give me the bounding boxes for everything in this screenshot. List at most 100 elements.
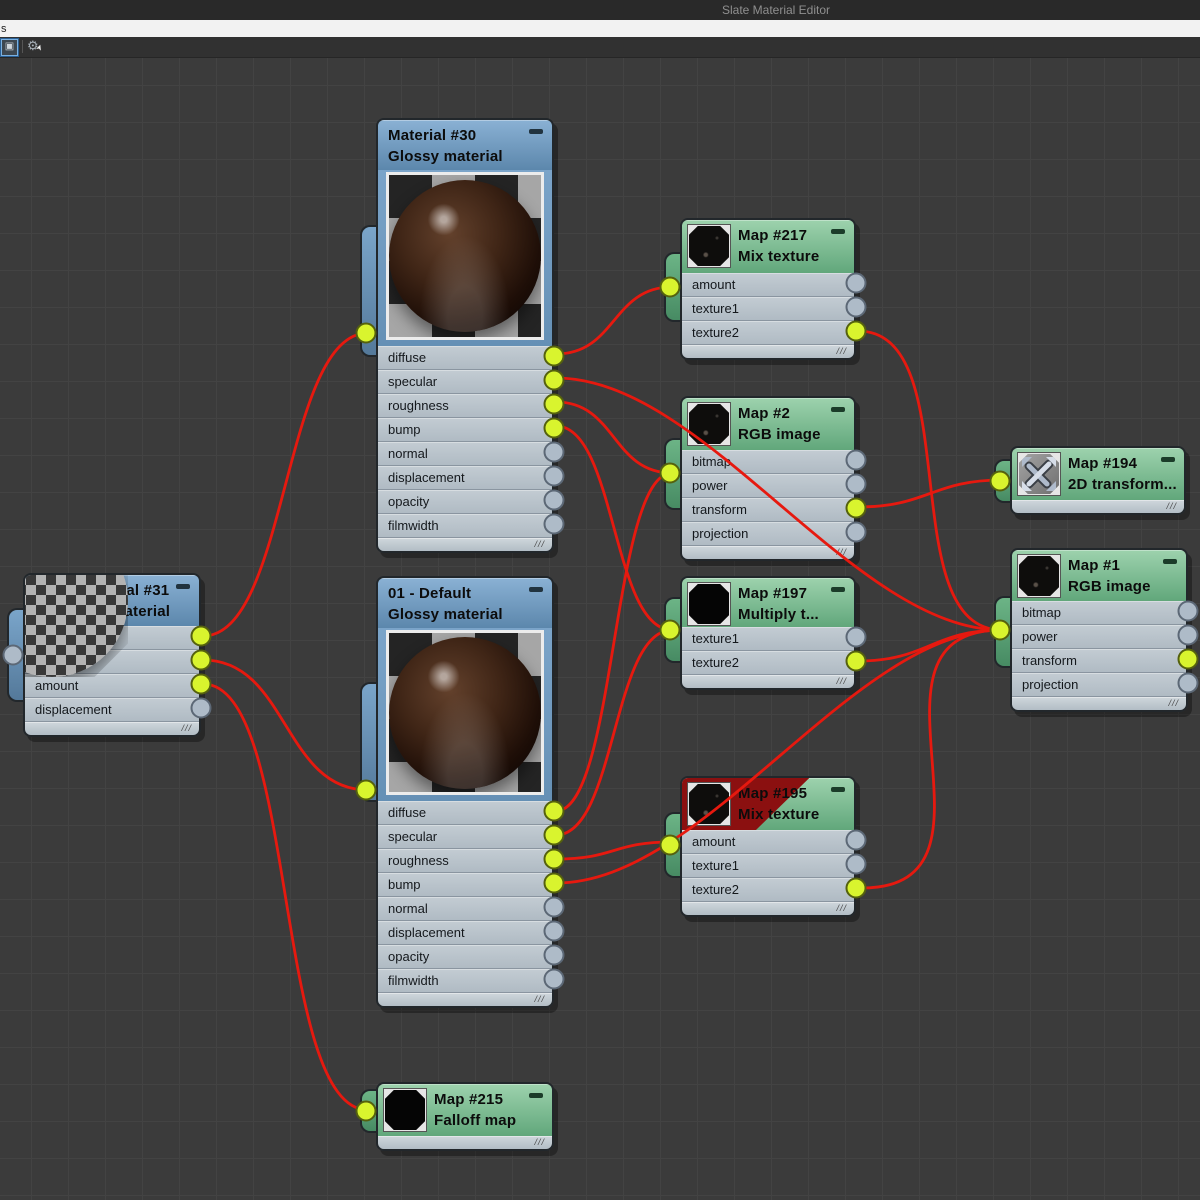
output-socket-material-31[interactable] [2, 644, 24, 666]
output-socket-material-01-default[interactable] [355, 779, 377, 801]
output-socket-map-195[interactable] [659, 834, 681, 856]
node-material-30[interactable]: Material #30 Glossy material diffuse specul… [360, 118, 554, 553]
node-body: Map #195 Mix texture amount texture1 texture… [680, 776, 856, 917]
input-socket-material-01-default-roughness[interactable] [543, 848, 565, 870]
node-header[interactable]: Material #30 Glossy material [378, 120, 552, 170]
resize-grip[interactable]: /// [682, 675, 854, 688]
node-map-215[interactable]: Map #215 Falloff map/// [360, 1082, 554, 1151]
resize-grip[interactable]: /// [1012, 697, 1186, 710]
node-material-01-default[interactable]: 01 - Default Glossy material diffuse specul… [360, 576, 554, 1008]
select-tool-button[interactable]: ▣ [0, 38, 19, 57]
input-socket-material-30-displacement[interactable] [543, 465, 565, 487]
input-socket-map-2-transform[interactable] [845, 497, 867, 519]
output-socket-map-1[interactable] [989, 619, 1011, 641]
output-socket-material-30[interactable] [355, 322, 377, 344]
resize-grip[interactable]: /// [682, 546, 854, 559]
input-socket-material-01-default-filmwidth[interactable] [543, 968, 565, 990]
input-socket-material-31-displacement[interactable] [190, 697, 212, 719]
node-header[interactable]: 01 - Default Glossy material [378, 578, 552, 628]
output-socket-map-194[interactable] [989, 470, 1011, 492]
resize-grip[interactable]: /// [378, 1136, 552, 1149]
input-socket-material-01-default-opacity[interactable] [543, 944, 565, 966]
input-socket-map-1-power[interactable] [1177, 624, 1199, 646]
input-socket-map-217-texture2[interactable] [845, 320, 867, 342]
node-header[interactable]: Map #194 2D transform... [1012, 448, 1184, 500]
node-map-1[interactable]: Map #1 RGB image bitmap power transform proje… [994, 548, 1188, 712]
input-socket-map-195-texture2[interactable] [845, 877, 867, 899]
slot-label: opacity [388, 949, 430, 964]
input-socket-material-30-normal[interactable] [543, 441, 565, 463]
node-map-197[interactable]: Map #197 Multiply t... texture1 texture2 /// [664, 576, 856, 690]
node-map-217[interactable]: Map #217 Mix texture amount texture1 texture… [664, 218, 856, 360]
menu-bar[interactable]: s [0, 20, 1200, 38]
material-preview [378, 170, 552, 346]
slot-row-bump: bump [378, 418, 552, 442]
minimize-icon[interactable] [1163, 559, 1177, 564]
input-socket-map-1-projection[interactable] [1177, 672, 1199, 694]
node-header[interactable]: Map #197 Multiply t... [682, 578, 854, 627]
input-socket-material-31-material1[interactable] [190, 625, 212, 647]
slot-row-displacement: displacement [378, 921, 552, 945]
input-socket-material-01-default-displacement[interactable] [543, 920, 565, 942]
input-socket-material-01-default-bump[interactable] [543, 872, 565, 894]
input-socket-material-30-bump[interactable] [543, 417, 565, 439]
input-socket-material-30-specular[interactable] [543, 369, 565, 391]
input-socket-material-30-opacity[interactable] [543, 489, 565, 511]
node-header[interactable]: Map #215 Falloff map [378, 1084, 552, 1136]
input-socket-map-2-power[interactable] [845, 473, 867, 495]
output-socket-map-217[interactable] [659, 276, 681, 298]
resize-grip[interactable]: /// [378, 538, 552, 551]
input-socket-map-197-texture2[interactable] [845, 650, 867, 672]
output-socket-map-197[interactable] [659, 619, 681, 641]
input-socket-material-01-default-diffuse[interactable] [543, 800, 565, 822]
input-socket-material-30-filmwidth[interactable] [543, 513, 565, 535]
resize-grip[interactable]: /// [682, 345, 854, 358]
input-socket-map-1-bitmap[interactable] [1177, 600, 1199, 622]
minimize-icon[interactable] [831, 229, 845, 234]
minimize-icon[interactable] [529, 587, 543, 592]
node-header[interactable]: Map #195 Mix texture [682, 778, 854, 830]
input-socket-material-30-roughness[interactable] [543, 393, 565, 415]
slot-label: amount [692, 834, 736, 849]
input-socket-map-195-texture1[interactable] [845, 853, 867, 875]
minimize-icon[interactable] [831, 407, 845, 412]
input-socket-map-217-texture1[interactable] [845, 296, 867, 318]
node-header[interactable]: Map #1 RGB image [1012, 550, 1186, 601]
input-socket-material-01-default-normal[interactable] [543, 896, 565, 918]
resize-grip[interactable]: /// [1012, 500, 1184, 513]
resize-grip[interactable]: /// [682, 902, 854, 915]
minimize-icon[interactable] [529, 129, 543, 134]
input-socket-map-195-amount[interactable] [845, 829, 867, 851]
output-socket-map-215[interactable] [355, 1100, 377, 1122]
output-socket-map-2[interactable] [659, 462, 681, 484]
slot-label: power [1022, 629, 1058, 644]
resize-grip[interactable]: /// [378, 993, 552, 1006]
node-header[interactable]: Map #217 Mix texture [682, 220, 854, 273]
node-material-31[interactable]: Material #31Mix materialmaterial1materia… [7, 573, 201, 737]
input-socket-material-01-default-specular[interactable] [543, 824, 565, 846]
node-map-195[interactable]: Map #195 Mix texture amount texture1 texture… [664, 776, 856, 917]
node-header[interactable]: Material #31Mix material [25, 575, 199, 677]
minimize-icon[interactable] [1161, 457, 1175, 462]
minimize-icon[interactable] [831, 787, 845, 792]
input-socket-map-217-amount[interactable] [845, 272, 867, 294]
input-socket-map-2-bitmap[interactable] [845, 449, 867, 471]
input-socket-material-30-diffuse[interactable] [543, 345, 565, 367]
node-header[interactable]: Map #2 RGB image [682, 398, 854, 450]
node-titles: Material #30 Glossy material [378, 120, 552, 167]
input-socket-map-197-texture1[interactable] [845, 626, 867, 648]
resize-grip[interactable]: /// [25, 722, 199, 735]
input-socket-map-1-transform[interactable] [1177, 648, 1199, 670]
node-map-2[interactable]: Map #2 RGB image bitmap power transform proje… [664, 396, 856, 561]
node-map-194[interactable]: Map #194 2D transform.../// [994, 446, 1186, 515]
input-socket-material-31-material2[interactable] [190, 649, 212, 671]
slot-row-normal: normal [378, 897, 552, 921]
input-socket-map-2-projection[interactable] [845, 521, 867, 543]
input-socket-material-31-amount[interactable] [190, 673, 212, 695]
node-canvas[interactable]: Material #31Mix materialmaterial1materia… [0, 57, 1200, 1200]
menu-item-fragment[interactable]: s [1, 23, 7, 35]
minimize-icon[interactable] [529, 1093, 543, 1098]
minimize-icon[interactable] [176, 584, 190, 589]
minimize-icon[interactable] [831, 587, 845, 592]
node-subtitle: Glossy material [388, 606, 503, 623]
